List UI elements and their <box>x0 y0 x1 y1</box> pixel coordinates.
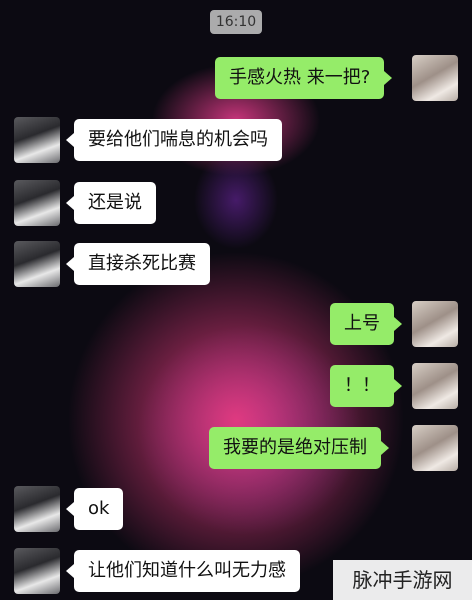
message-bubble-incoming[interactable]: 直接杀死比赛 <box>66 243 210 285</box>
contact-avatar[interactable] <box>14 117 60 163</box>
message-bubble-outgoing[interactable]: 我要的是绝对压制 <box>209 427 389 469</box>
message-bubble-outgoing[interactable]: ！！ <box>330 365 402 407</box>
contact-avatar[interactable] <box>14 486 60 532</box>
my-avatar[interactable] <box>412 301 458 347</box>
message-bubble-outgoing[interactable]: 上号 <box>330 303 402 345</box>
my-avatar[interactable] <box>412 363 458 409</box>
my-avatar[interactable] <box>412 55 458 101</box>
message-timestamp: 16:10 <box>210 10 262 34</box>
message-bubble-incoming[interactable]: 让他们知道什么叫无力感 <box>66 550 300 592</box>
message-bubble-outgoing[interactable]: 手感火热 来一把? <box>215 57 393 99</box>
my-avatar[interactable] <box>412 425 458 471</box>
contact-avatar[interactable] <box>14 180 60 226</box>
contact-avatar[interactable] <box>14 241 60 287</box>
message-bubble-incoming[interactable]: 要给他们喘息的机会吗 <box>66 119 282 161</box>
message-bubble-incoming[interactable]: ok <box>65 488 124 530</box>
message-bubble-incoming[interactable]: 还是说 <box>66 182 156 224</box>
site-watermark: 脉冲手游网 <box>333 560 472 600</box>
contact-avatar[interactable] <box>14 548 60 594</box>
